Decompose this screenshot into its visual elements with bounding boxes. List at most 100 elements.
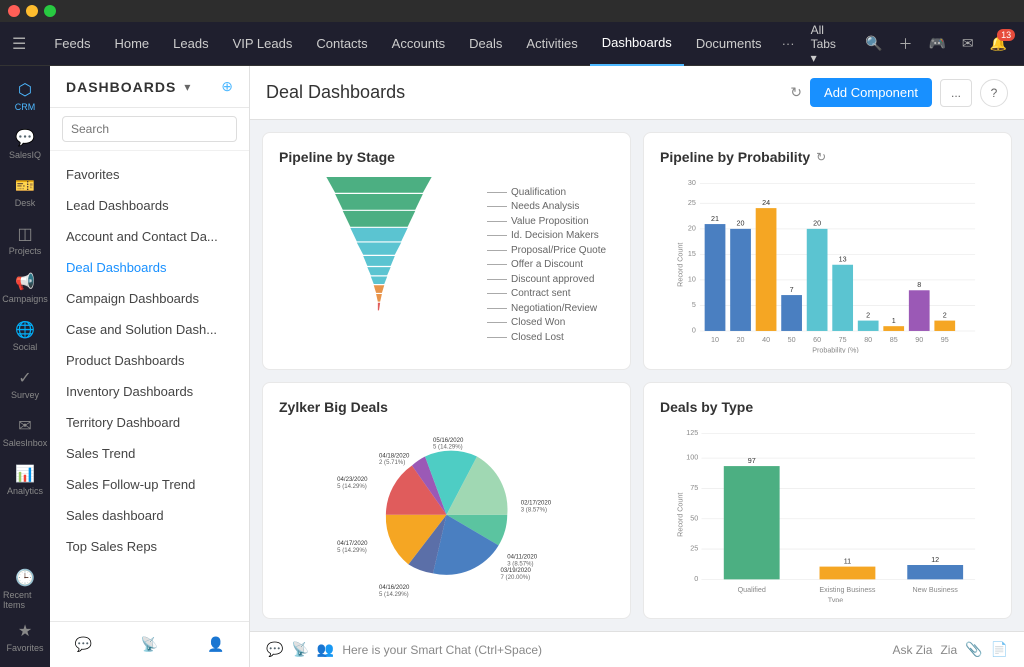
probability-refresh-icon[interactable]: ↻: [816, 150, 826, 164]
contacts-icon[interactable]: 👤: [201, 630, 230, 659]
sidebar-icon-favorites[interactable]: ★ Favorites: [3, 615, 47, 659]
add-component-button[interactable]: Add Component: [810, 78, 932, 107]
sidebar-icon-salesiq[interactable]: 💬 SalesIQ: [3, 122, 47, 166]
svg-text:80: 80: [864, 336, 872, 344]
nav-leads[interactable]: Leads: [161, 22, 220, 66]
sidebar-icon-analytics[interactable]: 📊 Analytics: [3, 458, 47, 502]
sidebar-icon-campaigns[interactable]: 📢 Campaigns: [3, 266, 47, 310]
pie-sublabel-0416: 5 (14.29%): [379, 591, 409, 597]
document-icon[interactable]: 📄: [991, 641, 1008, 658]
pie-sublabel-0217: 3 (8.57%): [521, 507, 547, 513]
email-icon[interactable]: ✉: [958, 31, 978, 56]
zylker-big-deals-title: Zylker Big Deals: [279, 399, 614, 415]
social-icon: 🌐: [15, 320, 35, 340]
pipeline-by-stage-card: Pipeline by Stage: [262, 132, 631, 370]
svg-text:97: 97: [748, 456, 756, 464]
nav-more-button[interactable]: ···: [774, 22, 803, 66]
nav-sidebar-item-product[interactable]: Product Dashboards: [50, 345, 249, 376]
channels-icon[interactable]: 📡: [135, 630, 164, 659]
chat-icon[interactable]: 💬: [68, 630, 97, 659]
attachment-icon[interactable]: 📎: [965, 641, 982, 658]
header-actions: ↻ Add Component ... ?: [790, 78, 1008, 107]
pipeline-by-probability-card: Pipeline by Probability ↻ Record Count 0…: [643, 132, 1012, 370]
sidebar-icon-recent[interactable]: 🕒 Recent Items: [3, 567, 47, 611]
funnel-label-closed-won: Closed Won: [487, 317, 614, 328]
nav-sidebar-item-top-sales[interactable]: Top Sales Reps: [50, 531, 249, 562]
nav-sidebar-search: [50, 108, 249, 151]
sidebar-icon-desk[interactable]: 🎫 Desk: [3, 170, 47, 214]
nav-sidebar-item-campaign[interactable]: Campaign Dashboards: [50, 283, 249, 314]
nav-vip-leads[interactable]: VIP Leads: [221, 22, 305, 66]
nav-sidebar-item-lead[interactable]: Lead Dashboards: [50, 190, 249, 221]
chat-icon-bottom[interactable]: 💬: [266, 641, 283, 658]
nav-sidebar-item-inventory[interactable]: Inventory Dashboards: [50, 376, 249, 407]
nav-sidebar-item-sales-trend[interactable]: Sales Trend: [50, 438, 249, 469]
nav-dashboards[interactable]: Dashboards: [590, 22, 684, 66]
channels-icon-bottom[interactable]: 📡: [291, 641, 308, 658]
bar-95: [934, 321, 955, 331]
hamburger-menu[interactable]: ☰: [12, 34, 26, 54]
nav-sidebar-item-account[interactable]: Account and Contact Da...: [50, 221, 249, 252]
pie-sublabel-0418: 2 (5.71%): [379, 460, 405, 466]
nav-sidebar-item-favorites[interactable]: Favorites: [50, 159, 249, 190]
pie-sublabel-0319: 7 (20.00%): [501, 574, 531, 580]
maximize-button[interactable]: [44, 5, 56, 17]
svg-text:8: 8: [917, 281, 921, 289]
probability-bar-svg: Record Count 0 5 10 15 20 25 30: [660, 177, 995, 353]
sidebar-icon-salesinbox[interactable]: ✉ SalesInbox: [3, 410, 47, 454]
more-options-button[interactable]: ...: [940, 79, 972, 107]
salesiq-icon: 💬: [15, 128, 35, 148]
deals-by-type-title: Deals by Type: [660, 399, 995, 415]
nav-activities[interactable]: Activities: [514, 22, 589, 66]
nav-contacts[interactable]: Contacts: [304, 22, 379, 66]
minimize-button[interactable]: [26, 5, 38, 17]
add-icon[interactable]: ＋: [894, 30, 916, 58]
bar-40: [756, 208, 777, 331]
svg-text:7: 7: [790, 286, 794, 294]
deals-type-svg: Record Count 0 25 50 75 100 125: [660, 427, 995, 603]
ask-zia-button[interactable]: Ask Zia: [892, 643, 932, 657]
svg-text:15: 15: [688, 250, 696, 258]
refresh-button[interactable]: ↻: [790, 84, 802, 101]
nav-accounts[interactable]: Accounts: [380, 22, 457, 66]
all-tabs-button[interactable]: All Tabs ▾: [803, 19, 853, 69]
nav-documents[interactable]: Documents: [684, 22, 774, 66]
funnel-label-discount: Discount approved: [487, 274, 614, 285]
x-axis-label-probability: Probability (%): [812, 347, 859, 353]
nav-deals[interactable]: Deals: [457, 22, 514, 66]
help-button[interactable]: ?: [980, 79, 1008, 107]
svg-text:2: 2: [943, 311, 947, 319]
svg-text:50: 50: [690, 514, 698, 522]
svg-text:85: 85: [890, 336, 898, 344]
deals-type-chart-area: Record Count 0 25 50 75 100 125: [660, 427, 995, 603]
search-input[interactable]: [62, 116, 237, 142]
close-button[interactable]: [8, 5, 20, 17]
nav-sidebar-item-followup[interactable]: Sales Follow-up Trend: [50, 469, 249, 500]
search-icon[interactable]: 🔍: [861, 31, 886, 56]
settings-icon[interactable]: ⚙: [1019, 31, 1024, 56]
nav-sidebar-item-case[interactable]: Case and Solution Dash...: [50, 314, 249, 345]
sidebar-icon-crm[interactable]: ⬡ CRM: [3, 74, 47, 118]
funnel-segment-1: [326, 177, 431, 193]
contacts-icon-bottom[interactable]: 👥: [317, 641, 334, 658]
nav-sidebar-add-button[interactable]: ⊕: [221, 78, 233, 95]
nav-sidebar-dropdown-icon[interactable]: ▾: [184, 80, 190, 94]
pie-label-0418: 04/18/2020: [379, 453, 410, 459]
nav-sidebar-item-deal[interactable]: Deal Dashboards: [50, 252, 249, 283]
svg-text:90: 90: [915, 336, 923, 344]
pipeline-by-stage-title: Pipeline by Stage: [279, 149, 614, 165]
nav-bar: ☰ Feeds Home Leads VIP Leads Contacts Ac…: [0, 22, 1024, 66]
svg-text:75: 75: [839, 336, 847, 344]
nav-feeds[interactable]: Feeds: [42, 22, 102, 66]
funnel-segment-10: [376, 294, 382, 302]
bar-existing: [820, 566, 876, 579]
nav-home[interactable]: Home: [102, 22, 161, 66]
sidebar-icon-social[interactable]: 🌐 Social: [3, 314, 47, 358]
nav-sidebar-item-sales-dashboard[interactable]: Sales dashboard: [50, 500, 249, 531]
sidebar-icon-survey[interactable]: ✓ Survey: [3, 362, 47, 406]
gamepad-icon[interactable]: 🎮: [924, 31, 949, 56]
content-body: Pipeline by Stage: [250, 120, 1024, 631]
notification-icon[interactable]: 🔔 13: [986, 31, 1011, 56]
nav-sidebar-item-territory[interactable]: Territory Dashboard: [50, 407, 249, 438]
sidebar-icon-projects[interactable]: ◫ Projects: [3, 218, 47, 262]
